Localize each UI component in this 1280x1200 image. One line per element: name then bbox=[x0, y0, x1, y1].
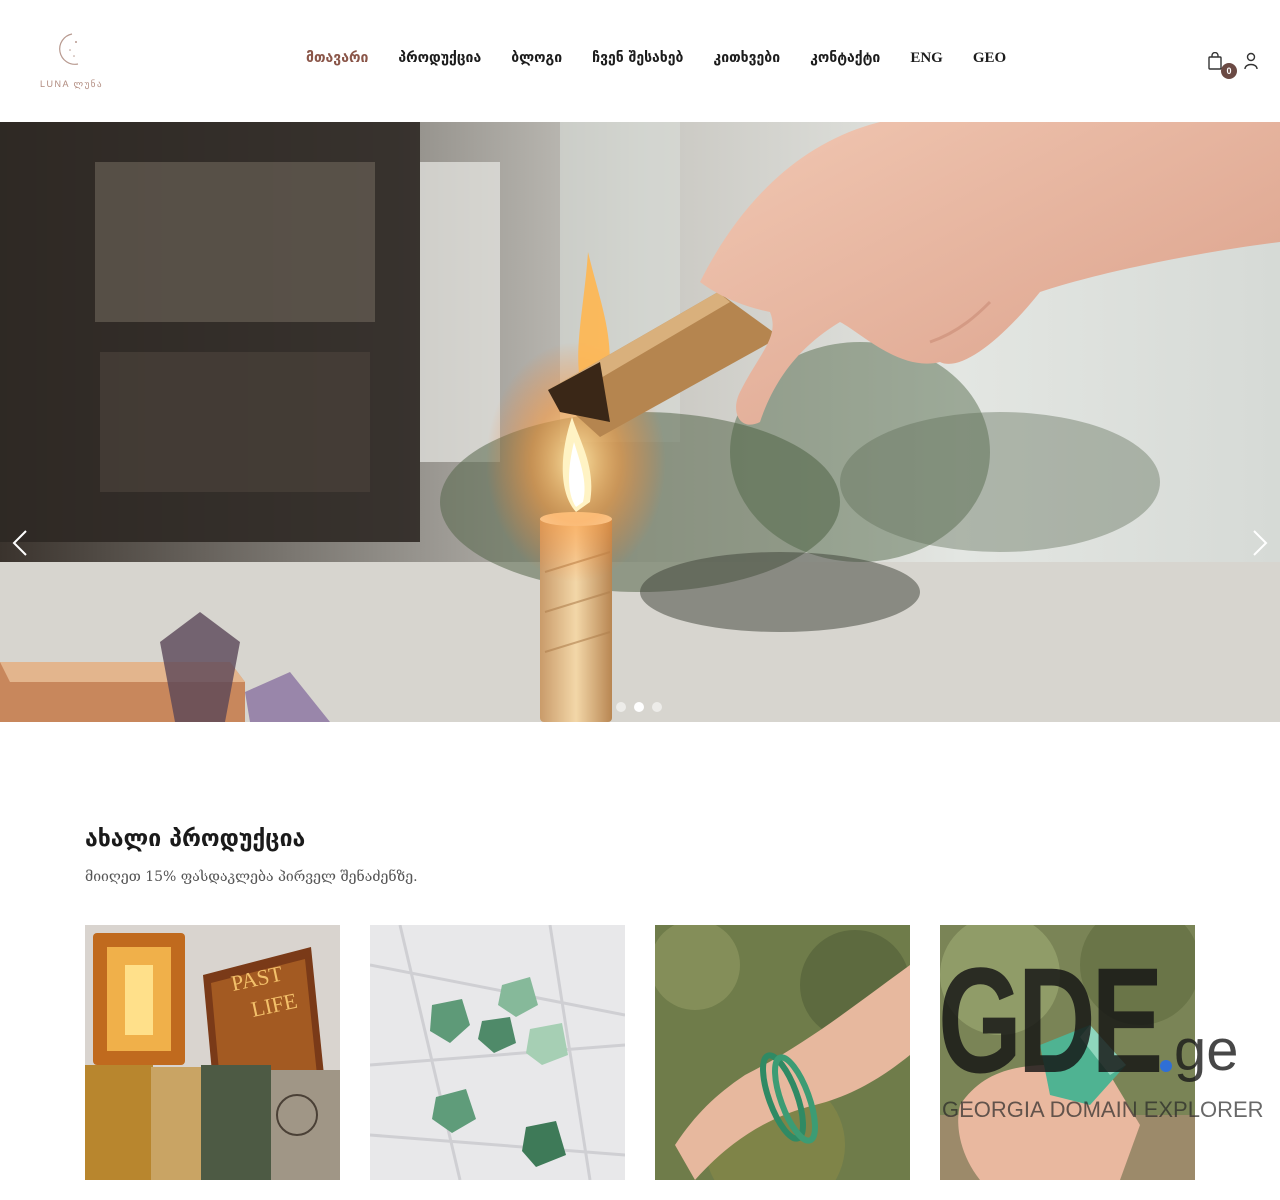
product-image bbox=[655, 925, 910, 1180]
main-nav: მთავარი პროდუქცია ბლოგი ჩვენ შესახებ კით… bbox=[306, 50, 1006, 67]
nav-item-lang-eng[interactable]: ENG bbox=[910, 50, 943, 67]
product-card-bracelet[interactable] bbox=[655, 925, 910, 1180]
shopping-bag-icon bbox=[1208, 52, 1222, 70]
nav-item-blog[interactable]: ბლოგი bbox=[511, 50, 562, 67]
product-image bbox=[370, 925, 625, 1180]
nav-item-products[interactable]: პროდუქცია bbox=[398, 50, 481, 67]
hero-slide-image bbox=[0, 122, 1280, 722]
cart-button[interactable]: 0 bbox=[1206, 50, 1238, 80]
slider-dots bbox=[616, 702, 662, 712]
hero-slider bbox=[0, 122, 1280, 722]
nav-item-home[interactable]: მთავარი bbox=[306, 50, 368, 67]
section-subtitle: მიიღეთ 15% ფასდაკლება პირველ შენაძენზე. bbox=[85, 869, 418, 885]
product-image: PAST LIFE bbox=[85, 925, 340, 1180]
moon-logo-icon bbox=[59, 33, 79, 65]
slider-prev-button[interactable] bbox=[8, 528, 32, 558]
nav-item-contact[interactable]: კონტაქტი bbox=[810, 50, 880, 67]
product-card-tarot[interactable]: PAST LIFE bbox=[85, 925, 340, 1180]
product-image bbox=[940, 925, 1195, 1180]
chevron-left-icon bbox=[12, 530, 27, 556]
nav-item-about[interactable]: ჩვენ შესახებ bbox=[592, 50, 683, 67]
slider-next-button[interactable] bbox=[1248, 528, 1272, 558]
product-grid: PAST LIFE bbox=[85, 925, 1195, 1180]
nav-item-lang-geo[interactable]: GEO bbox=[973, 50, 1006, 67]
account-button[interactable] bbox=[1243, 51, 1259, 71]
slider-dot-1[interactable] bbox=[616, 702, 626, 712]
product-card-crystal[interactable] bbox=[940, 925, 1195, 1180]
site-header: LUNA ლუნა მთავარი პროდუქცია ბლოგი ჩვენ შ… bbox=[0, 0, 1280, 122]
user-icon bbox=[1244, 52, 1258, 70]
cart-count-badge: 0 bbox=[1221, 63, 1237, 79]
slider-dot-3[interactable] bbox=[652, 702, 662, 712]
logo-text: LUNA ლუნა bbox=[40, 79, 104, 89]
nav-item-faq[interactable]: კითხვები bbox=[713, 50, 780, 67]
site-logo[interactable]: LUNA ლუნა bbox=[38, 30, 102, 92]
section-title: ახალი პროდუქცია bbox=[85, 826, 306, 852]
chevron-right-icon bbox=[1253, 530, 1268, 556]
product-card-aventurine-stones[interactable] bbox=[370, 925, 625, 1180]
slider-dot-2[interactable] bbox=[634, 702, 644, 712]
